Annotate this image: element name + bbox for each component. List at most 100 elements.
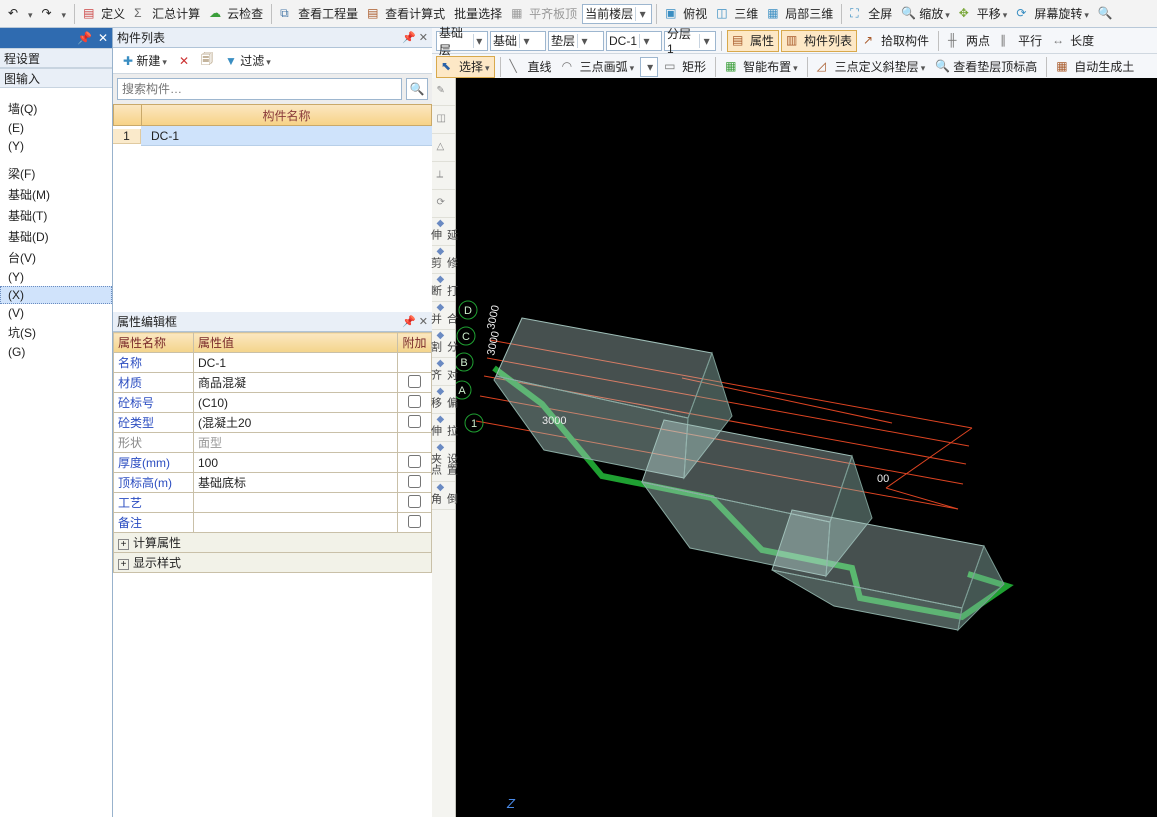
property-group[interactable]: +计算属性 [114, 533, 432, 553]
property-row[interactable]: 砼标号 (C10) [114, 393, 432, 413]
close-icon[interactable]: ✕ [419, 32, 428, 44]
property-group[interactable]: +显示样式 [114, 553, 432, 573]
redo-button[interactable]: ↷ [38, 2, 71, 26]
prop-value[interactable] [194, 493, 398, 513]
new-button[interactable]: ✚ 新建 [119, 49, 171, 73]
component-combo[interactable]: DC-1▾ [606, 31, 662, 51]
view-qty-button[interactable]: ⧉查看工程量 [276, 2, 362, 26]
pin-icon[interactable]: 📌 [402, 32, 416, 44]
3d-viewport[interactable]: D C B A 1 3000 3000 3000 00 Z [432, 78, 1157, 817]
view-expr-button[interactable]: ▤查看计算式 [363, 2, 449, 26]
3d-button[interactable]: ◫三维 [712, 2, 762, 26]
zoom-button[interactable]: 🔍缩放 [897, 2, 954, 26]
component-row[interactable]: 1 DC-1 [113, 126, 432, 146]
prop-add[interactable] [398, 433, 432, 453]
prop-add[interactable] [398, 413, 432, 433]
overlook-button[interactable]: ▣俯视 [661, 2, 711, 26]
prop-add[interactable] [398, 393, 432, 413]
view-cushion-top-tool[interactable]: 🔍查看垫层顶标高 [931, 55, 1041, 79]
search-button[interactable]: 🔍 [406, 78, 428, 100]
tree-item[interactable]: (X) [0, 286, 112, 304]
flat-top-button[interactable]: ▦平齐板顶 [507, 2, 581, 26]
parallel-button[interactable]: ∥平行 [996, 29, 1046, 53]
cloud-check-button[interactable]: ☁云检查 [205, 2, 267, 26]
local-3d-button[interactable]: ▦局部三维 [763, 2, 837, 26]
pin-icon[interactable]: 📌 [77, 28, 92, 48]
pick-button[interactable]: ↗拾取构件 [859, 29, 933, 53]
property-row[interactable]: 厚度(mm) 100 [114, 453, 432, 473]
vtool-修剪[interactable]: ◆修剪 [432, 246, 455, 274]
prop-add[interactable] [398, 453, 432, 473]
select-tool[interactable]: ⬉选择 [436, 56, 495, 78]
tree-item[interactable]: 基础(M) [0, 184, 112, 205]
batch-select-button[interactable]: 批量选择 [450, 2, 506, 26]
vtool-拉伸[interactable]: ◆拉伸 [432, 414, 455, 442]
tree-item[interactable]: 基础(D) [0, 226, 112, 247]
define-button[interactable]: ▤定义 [79, 2, 129, 26]
tree-item[interactable]: 坑(S) [0, 322, 112, 343]
vtool-icon[interactable]: ✎ [432, 78, 455, 106]
sum-calc-button[interactable]: Σ汇总计算 [130, 2, 204, 26]
rect-tool[interactable]: ▭矩形 [660, 55, 710, 79]
tree-item[interactable] [0, 365, 112, 369]
slope-3pt-tool[interactable]: ◿三点定义斜垫层 [813, 55, 930, 79]
fullscreen-button[interactable]: ⛶全屏 [846, 2, 896, 26]
magnify-icon[interactable]: 🔍 [1094, 2, 1120, 26]
prop-value[interactable] [194, 513, 398, 533]
component-name-cell[interactable]: DC-1 [141, 126, 432, 146]
tree-item[interactable]: (G) [0, 343, 112, 361]
vtool-icon[interactable]: △ [432, 134, 455, 162]
property-row[interactable]: 顶标高(m) 基础底标 [114, 473, 432, 493]
copy-button[interactable]: 🗐 [197, 49, 217, 73]
length-button[interactable]: ↔长度 [1048, 29, 1098, 53]
property-row[interactable]: 形状 面型 [114, 433, 432, 453]
floor-combo[interactable]: 基础层▾ [436, 31, 488, 51]
prop-add[interactable] [398, 493, 432, 513]
prop-value[interactable]: 基础底标 [194, 473, 398, 493]
vtool-设置夹点[interactable]: ◆设置夹点 [432, 442, 455, 482]
property-row[interactable]: 砼类型 (混凝土20 [114, 413, 432, 433]
current-floor-combo[interactable]: 当前楼层▾ [582, 4, 652, 24]
auto-gen-soil-tool[interactable]: ▦自动生成土 [1052, 55, 1138, 79]
prop-value[interactable]: (C10) [194, 393, 398, 413]
delete-button[interactable]: ✕ [175, 49, 193, 73]
smart-arrange-tool[interactable]: ▦智能布置 [721, 55, 802, 79]
left-section-settings[interactable]: 程设置 [0, 48, 112, 68]
prop-add[interactable] [398, 473, 432, 493]
tree-item[interactable]: 梁(F) [0, 163, 112, 184]
prop-value[interactable]: (混凝土20 [194, 413, 398, 433]
prop-add[interactable] [398, 373, 432, 393]
property-row[interactable]: 名称 DC-1 [114, 353, 432, 373]
tree-item[interactable]: 基础(T) [0, 205, 112, 226]
complist-toggle[interactable]: ▥构件列表 [781, 30, 857, 52]
tree-item[interactable]: 台(V) [0, 247, 112, 268]
left-section-drawinput[interactable]: 图输入 [0, 68, 112, 88]
prop-value[interactable]: 100 [194, 453, 398, 473]
vtool-icon[interactable]: ⟳ [432, 190, 455, 218]
vtool-合并[interactable]: ◆合并 [432, 302, 455, 330]
property-row[interactable]: 工艺 [114, 493, 432, 513]
search-input[interactable] [117, 78, 402, 100]
prop-value[interactable]: DC-1 [194, 353, 398, 373]
category-combo[interactable]: 基础▾ [490, 31, 546, 51]
prop-value[interactable]: 商品混凝 [194, 373, 398, 393]
filter-button[interactable]: ▼ 过滤 [221, 49, 275, 73]
tree-item[interactable]: (V) [0, 304, 112, 322]
prop-value[interactable]: 面型 [194, 433, 398, 453]
arc-3pt-tool[interactable]: ◠三点画弧 [558, 55, 639, 79]
sublayer-combo[interactable]: 分层1▾ [664, 31, 716, 51]
close-icon[interactable]: ✕ [98, 28, 108, 48]
undo-button[interactable]: ↶ [4, 2, 37, 26]
vtool-偏移[interactable]: ◆偏移 [432, 386, 455, 414]
property-row[interactable]: 备注 [114, 513, 432, 533]
pin-icon[interactable]: 📌 [402, 316, 416, 328]
line-tool[interactable]: ╲直线 [506, 55, 556, 79]
property-row[interactable]: 材质 商品混凝 [114, 373, 432, 393]
vtool-icon[interactable]: ⟂ [432, 162, 455, 190]
pan-button[interactable]: ✥平移 [955, 2, 1012, 26]
tree-item[interactable]: (Y) [0, 137, 112, 155]
vtool-打断[interactable]: ◆打断 [432, 274, 455, 302]
attr-toggle[interactable]: ▤属性 [727, 30, 779, 52]
arc-options[interactable]: ▾ [640, 57, 658, 77]
tree-item[interactable]: (E) [0, 119, 112, 137]
